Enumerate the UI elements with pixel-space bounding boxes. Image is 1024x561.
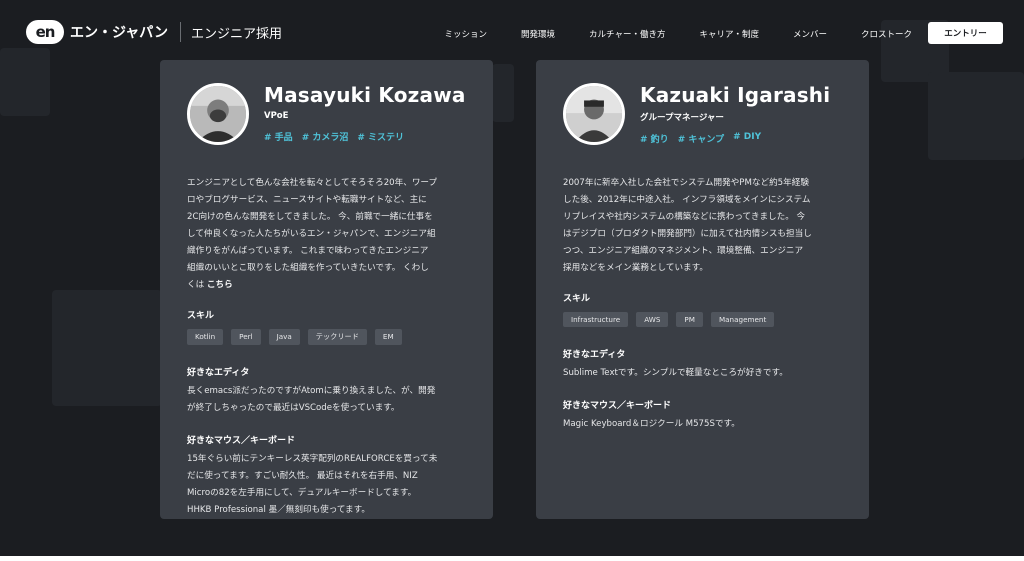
main-nav: ミッション 開発環境 カルチャー・働き方 キャリア・制度 メンバー クロストーク — [411, 28, 913, 40]
bio-line: 2C向けの色んな開発をしてきました。 今、前職で一緒に仕事を — [187, 212, 433, 222]
skill-chip: AWS — [636, 312, 669, 327]
profile-info: Masayuki Kozawa VPoE # 手品 # カメラ沼 # ミステリ — [264, 83, 466, 143]
hobby-tag[interactable]: # 釣り — [640, 132, 669, 145]
mouse-line: Microの82を左手用にして、デュアルキーボードしてます。 — [187, 488, 417, 498]
editor-title: 好きなエディタ — [187, 368, 250, 378]
bio-line: エンジニアとして色んな会社を転々としてそろそろ20年、ワープ — [187, 178, 438, 188]
bio-detail-link[interactable]: こちら — [207, 280, 233, 290]
editor-text: 長くemacs派だったのですがAtomに乗り換えました、が、開発 が終了しちゃっ… — [187, 383, 466, 417]
hobby-tag[interactable]: # カメラ沼 — [302, 130, 349, 143]
background-tile — [52, 290, 162, 406]
editor-line: 長くemacs派だったのですがAtomに乗り換えました、が、開発 — [187, 386, 436, 396]
avatar-photo — [190, 86, 246, 142]
profile-header: Masayuki Kozawa VPoE # 手品 # カメラ沼 # ミステリ — [187, 83, 466, 169]
profile-header: Kazuaki Igarashi グループマネージャー # 釣り # キャンプ … — [563, 83, 842, 169]
mouse-keyboard-text: 15年ぐらい前にテンキーレス英字配列のREALFORCEを買って未 だに使ってま… — [187, 451, 466, 519]
nav-item-culture[interactable]: カルチャー・働き方 — [589, 28, 665, 40]
background-tile — [928, 72, 1024, 160]
editor-title: 好きなエディタ — [563, 350, 626, 360]
member-name: Masayuki Kozawa — [264, 83, 466, 107]
site-logo[interactable]: en エン・ジャパン エンジニア採用 — [26, 20, 282, 44]
logo-subtitle: エンジニア採用 — [191, 26, 283, 42]
avatar — [187, 83, 249, 145]
hobby-tag[interactable]: # ミステリ — [357, 130, 404, 143]
skill-chip: Kotlin — [187, 329, 224, 345]
entry-button[interactable]: エントリー — [928, 22, 1003, 44]
member-card: Masayuki Kozawa VPoE # 手品 # カメラ沼 # ミステリ … — [160, 60, 493, 519]
bio-line: 採用などをメイン業務としています。 — [563, 263, 708, 273]
bio-line: 2007年に新卒入社した会社でシステム開発やPMなど約5年経験 — [563, 178, 809, 188]
hobby-tags: # 釣り # キャンプ # DIY — [640, 132, 830, 145]
nav-item-members[interactable]: メンバー — [793, 28, 827, 40]
member-card: Kazuaki Igarashi グループマネージャー # 釣り # キャンプ … — [536, 60, 869, 519]
skill-chip: EM — [374, 329, 402, 345]
member-bio: エンジニアとして色んな会社を転々としてそろそろ20年、ワープ ロやブログサービス… — [187, 175, 466, 294]
skill-chip: Perl — [231, 329, 261, 345]
profile-info: Kazuaki Igarashi グループマネージャー # 釣り # キャンプ … — [640, 83, 830, 145]
skills-title: スキル — [563, 294, 591, 304]
skill-chip: Infrastructure — [563, 312, 629, 327]
skill-chip: Management — [710, 312, 775, 327]
skills-list: Kotlin Perl Java テックリード EM — [187, 329, 466, 349]
skills-list: Infrastructure AWS PM Management — [563, 312, 842, 331]
background-tile — [492, 64, 514, 122]
mouse-line: だに使ってます。すごい耐久性。 最近はそれを右手用、NIZ — [187, 471, 418, 481]
avatar — [563, 83, 625, 145]
editor-line: Sublime Textです。シンプルで軽量なところが好きです。 — [563, 368, 788, 378]
bio-line: はデジプロ（プロダクト開発部門）に加えて社内情シスも担当し — [563, 229, 812, 239]
mouse-keyboard-title: 好きなマウス／キーボード — [563, 401, 672, 411]
bio-line: して仲良くなった人たちがいるエン・ジャパンで、エンジニア組 — [187, 229, 436, 239]
mouse-line: Magic Keyboard＆ロジクール M575Sです。 — [563, 419, 740, 429]
mouse-line: HHKB Professional 墨／無刻印も使ってます。 — [187, 505, 370, 515]
hobby-tags: # 手品 # カメラ沼 # ミステリ — [264, 130, 466, 143]
nav-item-crosstalk[interactable]: クロストーク — [861, 28, 912, 40]
bio-line: した後、2012年に中途入社。 インフラ領域をメインにシステム — [563, 195, 811, 205]
page-bottom-edge — [0, 556, 1024, 561]
bio-line: ロやブログサービス、ニュースサイトや転職サイトなど、主に — [187, 195, 427, 205]
mouse-line: 15年ぐらい前にテンキーレス英字配列のREALFORCEを買って未 — [187, 454, 438, 464]
member-role: グループマネージャー — [640, 113, 724, 123]
nav-item-career[interactable]: キャリア・制度 — [699, 28, 759, 40]
mouse-keyboard-text: Magic Keyboard＆ロジクール M575Sです。 — [563, 416, 842, 433]
mouse-keyboard-title: 好きなマウス／キーボード — [187, 436, 296, 446]
member-name: Kazuaki Igarashi — [640, 83, 831, 107]
bio-text: くは — [187, 280, 207, 290]
hobby-tag[interactable]: # キャンプ — [678, 132, 724, 145]
bio-line-last: くは こちら — [187, 277, 466, 294]
member-role: VPoE — [264, 111, 289, 121]
bio-line: つつ、エンジニア組織のマネジメント、環境整備、エンジニア — [563, 246, 804, 256]
bio-line: 組織のいいとこ取りをした組織を作っていきたいです。 くわし — [187, 263, 429, 273]
logo-text: エン・ジャパン — [70, 25, 168, 41]
skill-chip: テックリード — [307, 329, 367, 345]
editor-text: Sublime Textです。シンプルで軽量なところが好きです。 — [563, 365, 842, 382]
hobby-tag[interactable]: # DIY — [733, 132, 761, 145]
logo-mark: en — [26, 20, 64, 44]
member-bio: 2007年に新卒入社した会社でシステム開発やPMなど約5年経験 した後、2012… — [563, 175, 842, 277]
logo-divider — [180, 22, 181, 42]
skills-title: スキル — [187, 311, 215, 321]
skill-chip: Java — [268, 329, 300, 345]
editor-line: が終了しちゃったので最近はVSCodeを使っています。 — [187, 403, 400, 413]
nav-item-environment[interactable]: 開発環境 — [521, 28, 555, 40]
hobby-tag[interactable]: # 手品 — [264, 130, 293, 143]
bio-line: リプレイスや社内システムの構築などに携わってきました。 今 — [563, 212, 806, 222]
skill-chip: PM — [676, 312, 703, 327]
avatar-photo — [566, 86, 622, 142]
nav-item-mission[interactable]: ミッション — [445, 28, 488, 40]
site-header: en エン・ジャパン エンジニア採用 ミッション 開発環境 カルチャー・働き方 … — [0, 0, 1024, 62]
bio-line: 織作りをがんばっています。 これまで味わってきたエンジニア — [187, 246, 429, 256]
